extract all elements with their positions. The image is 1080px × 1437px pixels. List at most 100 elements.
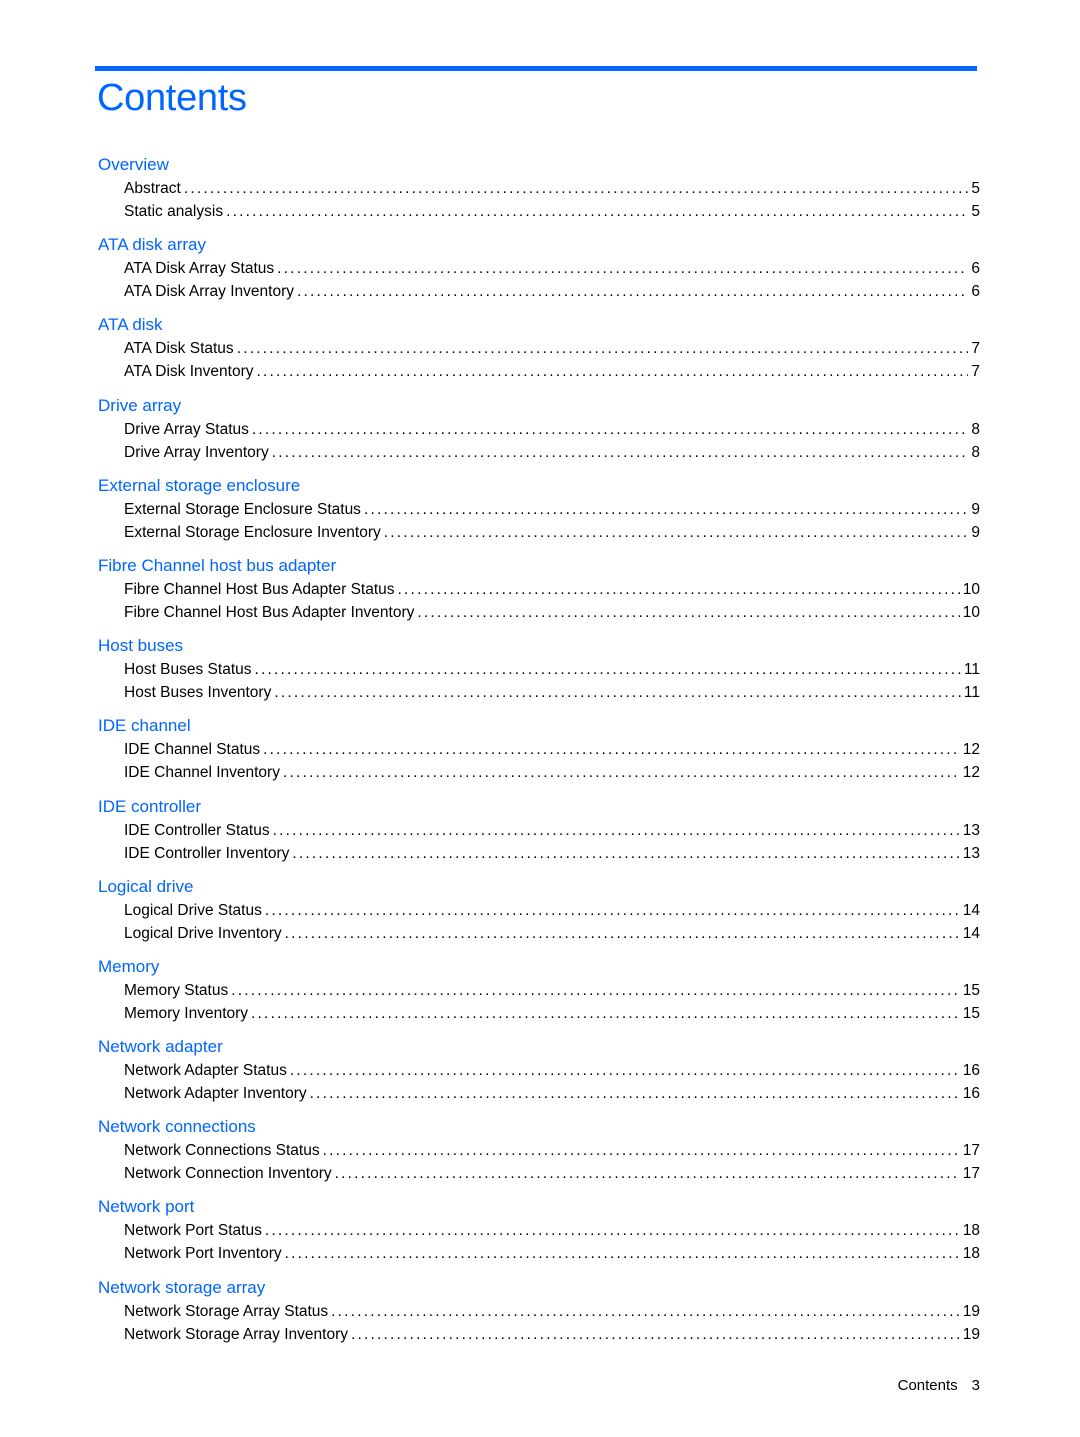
toc-section: Network connections Network Connections S…	[98, 1115, 980, 1195]
toc-entry[interactable]: IDE Controller Inventory 13	[98, 842, 980, 865]
toc-entry-page-number: 5	[971, 203, 980, 220]
toc-entry-label: External Storage Enclosure Status	[124, 500, 361, 518]
toc-section: ATA disk ATA Disk Status 7 ATA Disk Invento…	[98, 313, 980, 393]
toc-section-title[interactable]: ATA disk array	[98, 233, 980, 257]
toc-entry[interactable]: Logical Drive Status 14	[98, 899, 980, 922]
toc-entry-label: Drive Array Inventory	[124, 443, 269, 461]
toc-entry[interactable]: Network Storage Array Status 19	[98, 1300, 980, 1323]
toc-entry-label: Network Port Inventory	[124, 1245, 282, 1263]
toc-entry[interactable]: IDE Controller Status 13	[98, 819, 980, 842]
toc-section-title[interactable]: Network port	[98, 1195, 980, 1219]
toc-entry-page-number: 12	[962, 741, 980, 759]
toc-entry[interactable]: Abstract 5	[98, 177, 980, 200]
toc-entry[interactable]: Network Port Inventory 18	[98, 1242, 980, 1265]
toc-section-title[interactable]: IDE controller	[98, 795, 980, 819]
toc-entry[interactable]: Fibre Channel Host Bus Adapter Inventory…	[98, 601, 980, 624]
toc-entry[interactable]: Drive Array Status 8	[98, 418, 980, 441]
dot-leader	[274, 681, 961, 704]
dot-leader	[310, 1082, 960, 1105]
toc-entry[interactable]: ATA Disk Status 7	[98, 337, 980, 360]
toc-entry-label: Abstract	[124, 180, 181, 197]
toc-section-title[interactable]: Fibre Channel host bus adapter	[98, 554, 980, 578]
toc-entry[interactable]: External Storage Enclosure Status 9	[98, 498, 980, 521]
toc-entry[interactable]: ATA Disk Array Inventory 6	[98, 280, 980, 303]
toc-section-title[interactable]: Drive array	[98, 394, 980, 418]
toc-entry[interactable]: Logical Drive Inventory 14	[98, 922, 980, 945]
toc-entry[interactable]: IDE Channel Inventory 12	[98, 761, 980, 784]
toc-entry-label: Memory Status	[124, 981, 229, 999]
toc-entry[interactable]: Static analysis 5	[98, 200, 980, 223]
toc-section-title[interactable]: External storage enclosure	[98, 474, 980, 498]
toc-entry-label: Network Connections Status	[124, 1142, 320, 1160]
toc-entry[interactable]: Network Port Status 18	[98, 1219, 980, 1242]
toc-entry[interactable]: External Storage Enclosure Inventory 9	[98, 521, 980, 544]
toc-entry-page-number: 16	[962, 1085, 980, 1103]
page-footer: Contents 3	[898, 1376, 980, 1396]
toc-section-title[interactable]: ATA disk	[98, 313, 980, 337]
toc-entry-page-number: 9	[971, 500, 980, 518]
toc-entry[interactable]: ATA Disk Array Status 6	[98, 257, 980, 280]
toc-section-title[interactable]: Overview	[98, 153, 980, 177]
toc-entry-label: ATA Disk Array Inventory	[124, 283, 294, 301]
toc-entry[interactable]: ATA Disk Inventory 7	[98, 360, 980, 383]
toc-section-title[interactable]: Logical drive	[98, 875, 980, 899]
toc-entry[interactable]: Drive Array Inventory 8	[98, 441, 980, 464]
dot-leader	[263, 738, 960, 761]
toc-section-title[interactable]: Network storage array	[98, 1276, 980, 1300]
toc-section: External storage enclosure External Stora…	[98, 474, 980, 554]
toc-entry-page-number: 5	[971, 180, 980, 197]
toc-entry[interactable]: Memory Status 15	[98, 979, 980, 1002]
dot-leader	[384, 521, 969, 544]
toc-entry[interactable]: IDE Channel Status 12	[98, 738, 980, 761]
toc-entry-label: Network Adapter Inventory	[124, 1085, 307, 1103]
toc-entry-label: Memory Inventory	[124, 1004, 249, 1022]
toc-entry-label: Network Storage Array Inventory	[124, 1325, 348, 1343]
toc-section-title[interactable]: IDE channel	[98, 714, 980, 738]
toc-entry-page-number: 10	[962, 580, 980, 598]
toc-section-title[interactable]: Host buses	[98, 634, 980, 658]
toc-entry-page-number: 11	[963, 684, 980, 702]
toc-entry[interactable]: Network Connections Status 17	[98, 1139, 980, 1162]
toc-entry-page-number: 14	[962, 901, 980, 919]
dot-leader	[272, 441, 969, 464]
dot-leader	[417, 601, 959, 624]
dot-leader	[252, 418, 968, 441]
toc-entry[interactable]: Network Adapter Status 16	[98, 1059, 980, 1082]
toc-section: Network storage array Network Storage Arr…	[98, 1276, 980, 1356]
toc-section-title[interactable]: Network connections	[98, 1115, 980, 1139]
toc-section: Overview Abstract 5 Static analysis 5	[98, 153, 980, 233]
toc-entry[interactable]: Network Adapter Inventory 16	[98, 1082, 980, 1105]
toc-section: IDE controllerIDE Controller Status13IDE…	[98, 795, 980, 875]
toc-entry-page-number: 17	[962, 1165, 980, 1183]
toc-entry-page-number: 13	[962, 821, 980, 839]
dot-leader	[285, 1242, 960, 1265]
toc-entry[interactable]: Host Buses Status 11	[98, 658, 980, 681]
dot-leader	[277, 257, 968, 280]
toc-entry[interactable]: Fibre Channel Host Bus Adapter Status 10	[98, 578, 980, 601]
toc-entry-page-number: 7	[971, 340, 980, 358]
toc-entry-label: Logical Drive Inventory	[124, 924, 282, 942]
dot-leader	[398, 578, 960, 601]
toc-entry[interactable]: Host Buses Inventory 11	[98, 681, 980, 704]
toc-entry[interactable]: Memory Inventory 15	[98, 1002, 980, 1025]
dot-leader	[237, 337, 969, 360]
toc-entry-label: ATA Disk Array Status	[124, 260, 275, 278]
dot-leader	[273, 819, 960, 842]
toc-entry-page-number: 19	[962, 1302, 980, 1320]
toc-entry-page-number: 6	[971, 260, 980, 278]
toc-entry-page-number: 14	[962, 924, 980, 942]
toc-entry-label: Fibre Channel Host Bus Adapter Inventory	[124, 603, 415, 621]
dot-leader	[351, 1323, 960, 1346]
toc-entry-page-number: 15	[962, 981, 980, 999]
toc-entry[interactable]: Network Storage Array Inventory 19	[98, 1323, 980, 1346]
toc-section-title[interactable]: Network adapter	[98, 1035, 980, 1059]
toc-entry-page-number: 19	[962, 1325, 980, 1343]
toc-entry-label: IDE Controller Inventory	[124, 844, 290, 862]
dot-leader	[265, 1219, 960, 1242]
toc-entry[interactable]: Network Connection Inventory 17	[98, 1162, 980, 1185]
toc-section-title[interactable]: Memory	[98, 955, 980, 979]
toc-entry-label: ATA Disk Status	[124, 340, 234, 358]
toc-entry-page-number: 8	[971, 443, 980, 461]
dot-leader	[364, 498, 968, 521]
toc-entry-page-number: 18	[962, 1222, 980, 1240]
